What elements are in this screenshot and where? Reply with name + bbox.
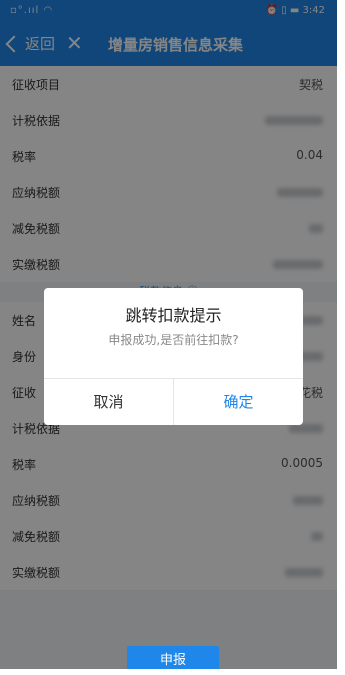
dialog-message: 申报成功,是否前往扣款?	[108, 333, 239, 347]
dialog-title: 跳转扣款提示	[125, 306, 222, 325]
jump-payment-dialog: 跳转扣款提示 申报成功,是否前往扣款? 取消 确定	[44, 288, 303, 425]
submit-button[interactable]: 申报	[127, 646, 219, 669]
cancel-button[interactable]: 取消	[44, 379, 173, 425]
screen: ▫°.ııl ◠ ⏰ ▯ ▬ 3:42 返回 ✕ 增量房销售信息采集 征收项目 …	[0, 0, 337, 669]
confirm-button[interactable]: 确定	[174, 379, 303, 425]
